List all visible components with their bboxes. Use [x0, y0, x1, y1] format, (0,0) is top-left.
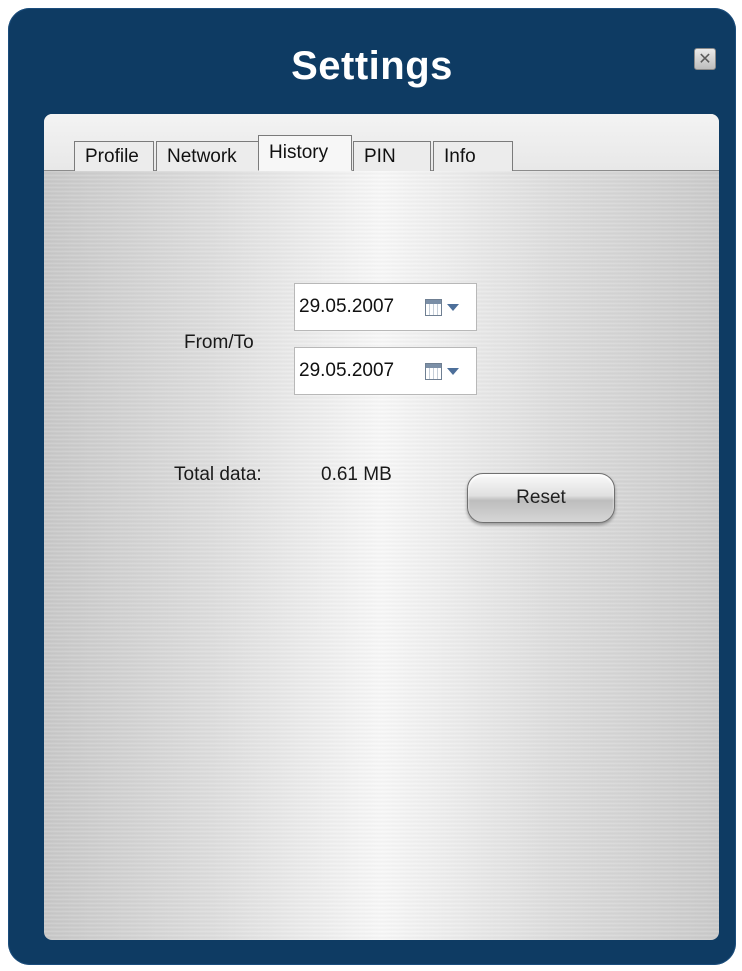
tab-history[interactable]: History: [258, 135, 352, 171]
chevron-down-icon[interactable]: [447, 304, 459, 311]
to-date-picker[interactable]: 29.05.2007: [294, 347, 477, 395]
chevron-down-icon[interactable]: [447, 368, 459, 375]
to-date-value[interactable]: 29.05.2007: [299, 360, 394, 382]
close-button[interactable]: ✕: [694, 48, 716, 70]
calendar-icon[interactable]: [425, 299, 442, 316]
settings-panel: Profile Network History PIN Info From/To…: [44, 114, 719, 940]
from-date-picker[interactable]: 29.05.2007: [294, 283, 477, 331]
calendar-icon[interactable]: [425, 363, 442, 380]
total-data-label: Total data:: [174, 464, 262, 485]
from-date-value[interactable]: 29.05.2007: [299, 296, 394, 318]
close-icon: ✕: [698, 49, 712, 68]
total-data-value: 0.61 MB: [321, 464, 392, 485]
tab-pin[interactable]: PIN: [353, 141, 431, 171]
window-title: Settings: [291, 44, 453, 88]
tab-network[interactable]: Network: [156, 141, 259, 171]
from-to-label: From/To: [184, 332, 254, 353]
tab-profile[interactable]: Profile: [74, 141, 154, 171]
tab-bar: Profile Network History PIN Info: [44, 114, 719, 171]
reset-button[interactable]: Reset: [467, 473, 615, 523]
settings-window: Settings ✕ Profile Network History PIN I…: [8, 8, 736, 965]
tab-info[interactable]: Info: [433, 141, 513, 171]
